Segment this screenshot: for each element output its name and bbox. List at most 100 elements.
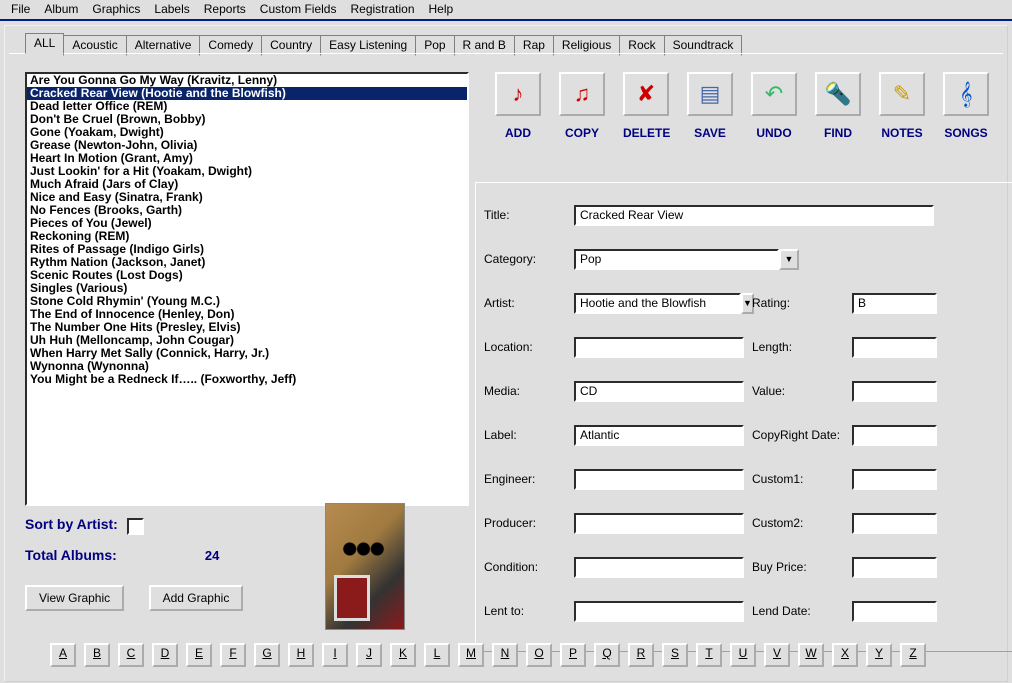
custom2-label: Custom2: (744, 516, 852, 530)
custom1-label: Custom1: (744, 472, 852, 486)
tool-label: SAVE (687, 126, 733, 140)
menu-reports[interactable]: Reports (197, 1, 253, 17)
tab-divider (9, 53, 1003, 58)
custom1-input[interactable] (852, 469, 937, 490)
alpha-t[interactable]: T (696, 643, 722, 667)
menubar: FileAlbumGraphicsLabelsReportsCustom Fie… (0, 0, 1012, 21)
condition-input[interactable] (574, 557, 744, 578)
add-icon[interactable]: ♪ (495, 72, 541, 116)
location-input[interactable] (574, 337, 744, 358)
total-albums-value: 24 (205, 548, 219, 563)
alpha-f[interactable]: F (220, 643, 246, 667)
chevron-down-icon[interactable]: ▼ (779, 249, 799, 270)
alpha-i[interactable]: I (322, 643, 348, 667)
alpha-b[interactable]: B (84, 643, 110, 667)
alpha-u[interactable]: U (730, 643, 756, 667)
alpha-a[interactable]: A (50, 643, 76, 667)
alpha-j[interactable]: J (356, 643, 382, 667)
alpha-m[interactable]: M (458, 643, 484, 667)
artist-input[interactable] (574, 293, 741, 314)
tool-label: DELETE (623, 126, 669, 140)
sort-by-artist-checkbox[interactable] (127, 518, 144, 535)
producer-label: Producer: (484, 516, 574, 530)
condition-label: Condition: (484, 560, 574, 574)
location-label: Location: (484, 340, 574, 354)
buyprice-label: Buy Price: (744, 560, 852, 574)
sort-by-artist-label: Sort by Artist: (25, 516, 118, 532)
rating-input[interactable] (852, 293, 937, 314)
buyprice-input[interactable] (852, 557, 937, 578)
lenddate-input[interactable] (852, 601, 937, 622)
menu-help[interactable]: Help (422, 1, 461, 17)
save-icon[interactable]: ▤ (687, 72, 733, 116)
alpha-c[interactable]: C (118, 643, 144, 667)
artist-combo[interactable]: ▼ (574, 293, 744, 314)
category-label: Category: (484, 252, 574, 266)
album-list[interactable]: Are You Gonna Go My Way (Kravitz, Lenny)… (25, 72, 469, 506)
lenddate-label: Lend Date: (744, 604, 852, 618)
menu-file[interactable]: File (4, 1, 37, 17)
add-graphic-button[interactable]: Add Graphic (149, 585, 244, 611)
alpha-q[interactable]: Q (594, 643, 620, 667)
delete-icon[interactable]: ✘ (623, 72, 669, 116)
alpha-o[interactable]: O (526, 643, 552, 667)
alpha-n[interactable]: N (492, 643, 518, 667)
songs-icon[interactable]: 𝄞 (943, 72, 989, 116)
alpha-s[interactable]: S (662, 643, 688, 667)
alpha-g[interactable]: G (254, 643, 280, 667)
find-icon[interactable]: 🔦 (815, 72, 861, 116)
view-graphic-button[interactable]: View Graphic (25, 585, 124, 611)
undo-icon[interactable]: ↶ (751, 72, 797, 116)
artist-label: Artist: (484, 296, 574, 310)
tool-songs: 𝄞SONGS (943, 72, 989, 140)
engineer-label: Engineer: (484, 472, 574, 486)
menu-album[interactable]: Album (37, 1, 85, 17)
length-label: Length: (744, 340, 852, 354)
menu-graphics[interactable]: Graphics (85, 1, 147, 17)
engineer-input[interactable] (574, 469, 744, 490)
alpha-k[interactable]: K (390, 643, 416, 667)
copyright-label: CopyRight Date: (744, 428, 852, 442)
alpha-p[interactable]: P (560, 643, 586, 667)
lentto-input[interactable] (574, 601, 744, 622)
tool-label: NOTES (879, 126, 925, 140)
menu-registration[interactable]: Registration (343, 1, 421, 17)
label-label: Label: (484, 428, 574, 442)
lentto-label: Lent to: (484, 604, 574, 618)
tool-save: ▤ SAVE (687, 72, 733, 140)
alpha-r[interactable]: R (628, 643, 654, 667)
length-input[interactable] (852, 337, 937, 358)
alpha-h[interactable]: H (288, 643, 314, 667)
custom2-input[interactable] (852, 513, 937, 534)
alpha-y[interactable]: Y (866, 643, 892, 667)
category-input[interactable] (574, 249, 779, 270)
left-controls: Sort by Artist: Total Albums: 24 View Gr… (25, 516, 325, 611)
total-albums-label: Total Albums: (25, 547, 117, 563)
category-combo[interactable]: ▼ (574, 249, 799, 270)
producer-input[interactable] (574, 513, 744, 534)
menu-custom-fields[interactable]: Custom Fields (253, 1, 344, 17)
alpha-z[interactable]: Z (900, 643, 926, 667)
tool-label: UNDO (751, 126, 797, 140)
title-input[interactable] (574, 205, 934, 226)
copyright-input[interactable] (852, 425, 937, 446)
details-form: Title: Category: ▼ Artist: ▼ Rating: Loc… (475, 182, 1012, 652)
value-input[interactable] (852, 381, 937, 402)
notes-icon[interactable]: ✎ (879, 72, 925, 116)
alpha-x[interactable]: X (832, 643, 858, 667)
menu-labels[interactable]: Labels (147, 1, 196, 17)
rating-label: Rating: (744, 296, 852, 310)
tool-label: FIND (815, 126, 861, 140)
alpha-l[interactable]: L (424, 643, 450, 667)
list-item[interactable]: You Might be a Redneck If….. (Foxworthy,… (27, 373, 467, 386)
alpha-d[interactable]: D (152, 643, 178, 667)
tool-label: ADD (495, 126, 541, 140)
tab-all[interactable]: ALL (25, 33, 64, 54)
alpha-w[interactable]: W (798, 643, 824, 667)
alpha-e[interactable]: E (186, 643, 212, 667)
copy-icon[interactable]: ♫ (559, 72, 605, 116)
alpha-v[interactable]: V (764, 643, 790, 667)
label-input[interactable] (574, 425, 744, 446)
media-input[interactable] (574, 381, 744, 402)
tool-copy: ♫COPY (559, 72, 605, 140)
